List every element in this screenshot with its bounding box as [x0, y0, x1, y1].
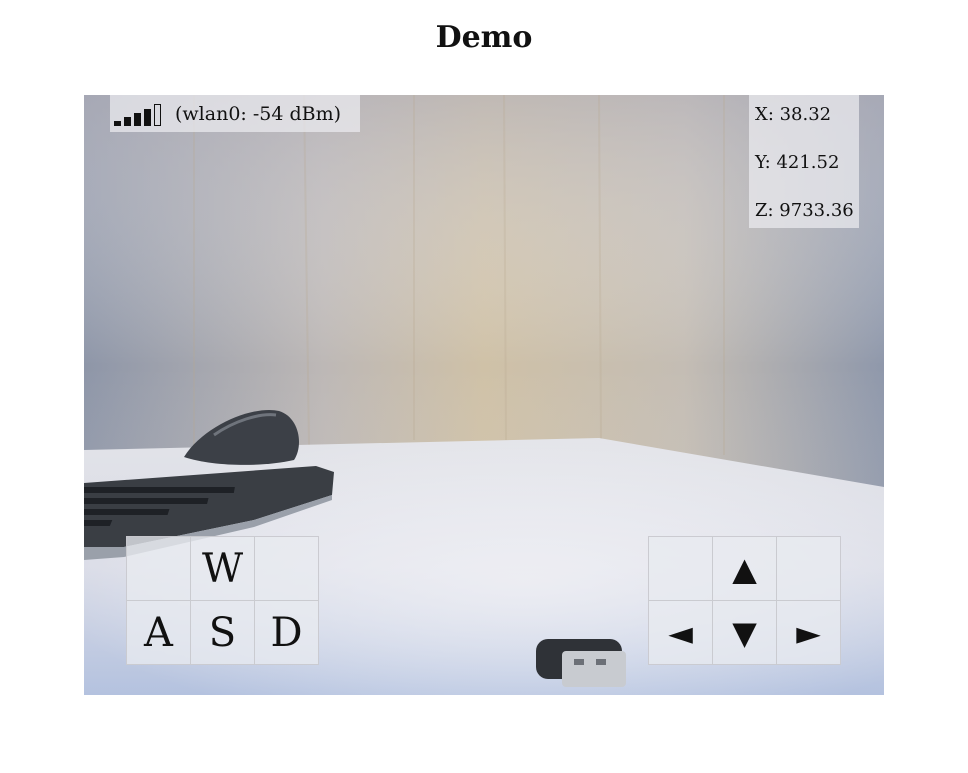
signal-bar	[124, 116, 131, 126]
arrow-down-button[interactable]: ▼	[712, 600, 777, 665]
signal-bar	[154, 103, 161, 126]
arrowpad-blank-top-right	[776, 536, 841, 601]
signal-text: (wlan0: -54 dBm)	[175, 102, 342, 125]
camera-feed: (wlan0: -54 dBm) X: 38.32 Y: 421.52 Z: 9…	[84, 95, 884, 695]
z-coordinate: Z: 9733.36	[755, 200, 854, 221]
signal-bars-icon	[114, 102, 161, 126]
key-w-button[interactable]: W	[190, 536, 255, 601]
key-a-button[interactable]: A	[126, 600, 191, 665]
key-s-button[interactable]: S	[190, 600, 255, 665]
keypad-blank-top-right	[254, 536, 319, 601]
signal-bar	[114, 120, 121, 126]
x-coordinate: X: 38.32	[755, 104, 832, 125]
arrow-up-button[interactable]: ▲	[712, 536, 777, 601]
arrow-right-button[interactable]: ►	[776, 600, 841, 665]
signal-bar	[144, 108, 151, 126]
arrow-keypad: ▲ ◄ ▼ ►	[648, 536, 841, 665]
key-d-button[interactable]: D	[254, 600, 319, 665]
coordinates-panel: X: 38.32 Y: 421.52 Z: 9733.36	[749, 95, 859, 228]
wasd-keypad: W A S D	[126, 536, 319, 665]
page-title: Demo	[435, 20, 533, 55]
signal-bar	[134, 112, 141, 126]
signal-strength-panel: (wlan0: -54 dBm)	[110, 95, 360, 132]
arrowpad-blank-top-left	[648, 536, 713, 601]
y-coordinate: Y: 421.52	[755, 152, 840, 173]
arrow-left-button[interactable]: ◄	[648, 600, 713, 665]
keypad-blank-top-left	[126, 536, 191, 601]
